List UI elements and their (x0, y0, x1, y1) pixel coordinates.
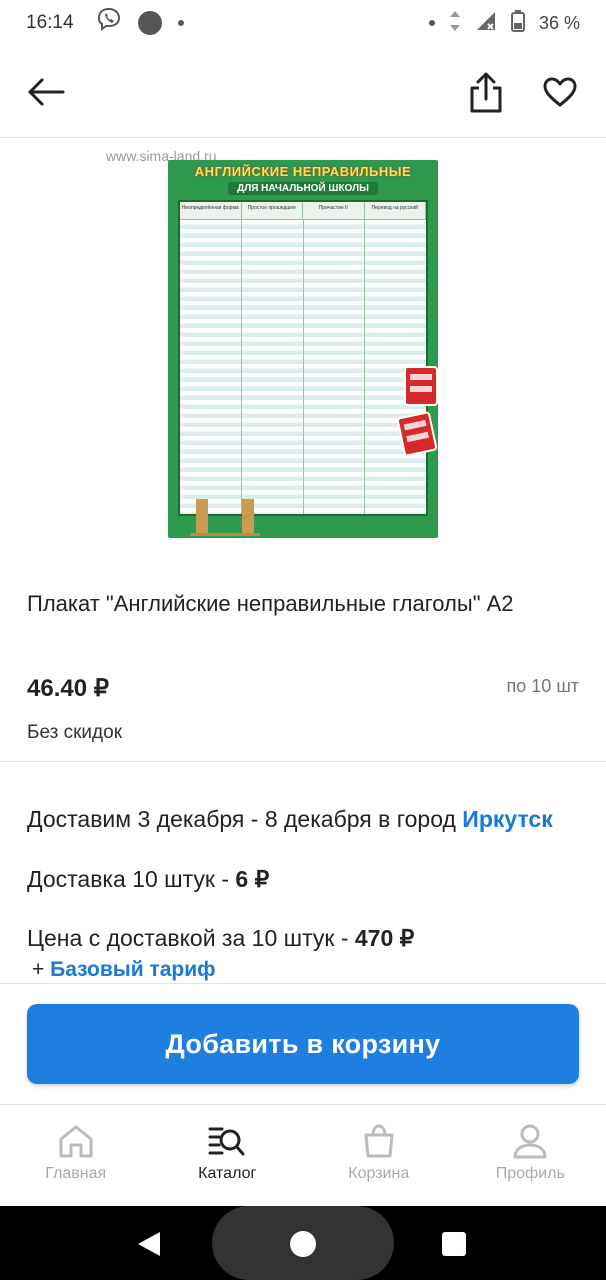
data-arrows-icon (449, 10, 461, 37)
delivery-cost-text: Доставка 10 штук - (27, 866, 236, 892)
tariff-link[interactable]: Базовый тариф (50, 958, 215, 981)
nav-item-home[interactable]: Главная (0, 1105, 152, 1206)
total-text: Цена с доставкой за 10 штук - (27, 925, 355, 951)
discount-note: Без скидок (27, 722, 122, 743)
battery-percent: 36 % (538, 12, 580, 33)
signal-icon (475, 10, 497, 37)
heart-icon (543, 77, 577, 107)
column-divider (364, 220, 365, 514)
nav-item-profile[interactable]: Профиль (455, 1105, 606, 1206)
system-back-icon[interactable] (136, 1230, 162, 1258)
divider (0, 761, 606, 762)
bottom-navigation: Главная Каталог Корзина Профиль (0, 1104, 606, 1206)
cart-bag-icon (364, 1124, 394, 1158)
nav-item-label: Каталог (198, 1165, 257, 1182)
poster-subtitle: ДЛЯ НАЧАЛЬНОЙ ШКОЛЫ (228, 182, 378, 195)
profile-icon (513, 1124, 547, 1159)
delivery-dates: Доставим 3 декабря - 8 декабря в город И… (27, 806, 553, 833)
system-home-icon[interactable] (290, 1231, 316, 1257)
nav-item-label: Главная (45, 1165, 107, 1182)
poster-column-header: Причастие II (303, 202, 365, 219)
favorite-button[interactable] (536, 68, 584, 116)
delivery-dates-text: Доставим 3 декабря - 8 декабря в город (27, 806, 463, 832)
tower-bridge-illustration (190, 499, 260, 536)
status-bar: 16:14 36 % (0, 0, 606, 46)
product-price: 46.40 ₽ (27, 675, 109, 702)
bus-illustration (396, 410, 438, 458)
poster-table-rows (180, 220, 426, 514)
nav-item-label: Профиль (495, 1165, 565, 1182)
poster-table-header: Неопределённая форма Простое прошедшее П… (180, 202, 426, 220)
price-per-unit: по 10 шт (506, 676, 579, 696)
poster-column-header: Простое прошедшее (242, 202, 303, 219)
divider (0, 983, 606, 984)
system-navigation-bar (0, 1206, 606, 1280)
bus-illustration (404, 366, 438, 406)
catalog-search-icon (208, 1127, 245, 1156)
share-button[interactable] (462, 68, 510, 116)
back-arrow-icon (28, 78, 65, 106)
notification-dot-icon (137, 11, 162, 35)
share-icon (470, 72, 502, 113)
tariff-plus: + (32, 958, 51, 981)
poster: АНГЛИЙСКИЕ НЕПРАВИЛЬНЫЕ ГЛАГОЛЫ ДЛЯ НАЧА… (168, 160, 438, 538)
tariff-row: + Базовый тариф (32, 958, 216, 982)
product-title: Плакат "Английские неправильные глаголы"… (27, 591, 514, 616)
poster-column-header: Перевод на русский (365, 202, 426, 219)
nav-item-label: Корзина (348, 1165, 410, 1182)
small-dot-icon (428, 20, 435, 26)
status-time: 16:14 (26, 12, 74, 33)
home-icon (59, 1125, 93, 1158)
small-dot-icon (177, 20, 184, 26)
column-divider (241, 220, 242, 514)
delivery-cost: Доставка 10 штук - 6 ₽ (27, 866, 269, 893)
total-with-delivery: Цена с доставкой за 10 штук - 470 ₽ (27, 925, 414, 952)
nav-item-cart[interactable]: Корзина (303, 1105, 455, 1206)
battery-icon (510, 9, 525, 37)
product-image[interactable]: www.sima-land.ru АНГЛИЙСКИЕ НЕПРАВИЛЬНЫЕ… (100, 146, 500, 546)
poster-verb-table: Неопределённая форма Простое прошедшее П… (178, 200, 428, 516)
system-recents-icon[interactable] (442, 1232, 466, 1256)
poster-column-header: Неопределённая форма (180, 202, 242, 219)
nav-item-catalog[interactable]: Каталог (152, 1105, 304, 1206)
city-link[interactable]: Иркутск (462, 806, 552, 832)
column-divider (303, 220, 304, 514)
back-button[interactable] (22, 68, 70, 116)
add-to-cart-button[interactable]: Добавить в корзину (27, 1004, 579, 1084)
delivery-cost-value: 6 ₽ (235, 866, 270, 892)
app-header (0, 46, 606, 138)
total-value: 470 ₽ (354, 925, 415, 951)
viber-icon (96, 7, 122, 39)
